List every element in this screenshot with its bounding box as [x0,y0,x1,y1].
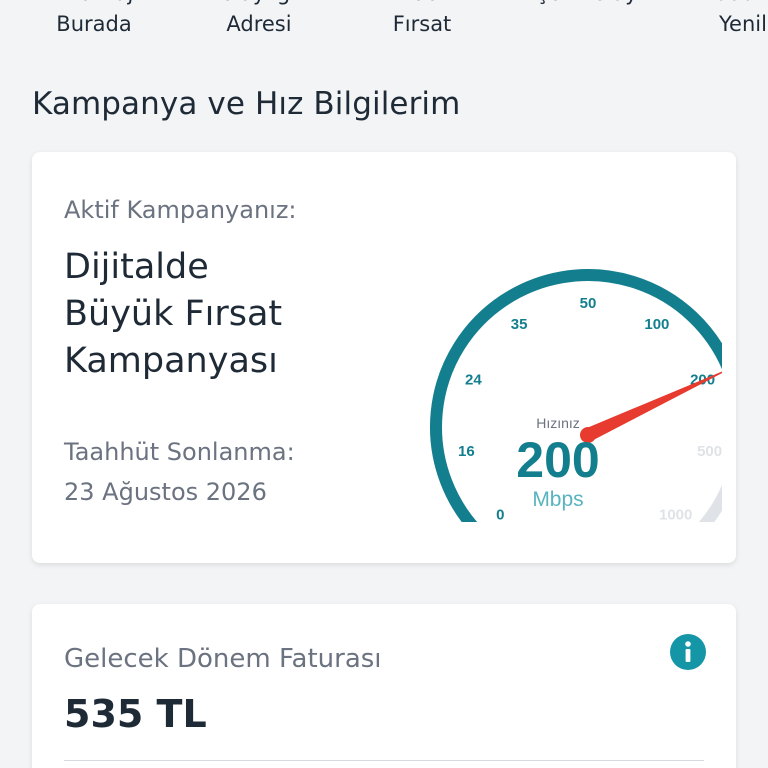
shortcut-label-1: Çok Kolay [511,0,661,9]
gauge-tick-label: 500 [697,443,722,460]
shortcut-label-2: Burada [56,12,132,36]
divider [64,760,704,761]
speed-value: 200 [516,432,599,488]
gauge-tick-label: 1000 [659,507,692,522]
shortcut-avantaj[interactable]: Avantaj Burada [19,0,169,40]
shortcut-mobil-firsat[interactable]: Mobil Fırsat [347,0,497,40]
active-campaign-label: Aktif Kampanyanız: [64,196,297,224]
page: Avantaj Burada Kolaylığın Adresi Mobil F… [0,0,768,768]
shortcut-yenile[interactable]: Müdü Yenil [675,0,768,40]
campaign-name-line: Büyük Fırsat [64,294,283,334]
speed-caption: Hızınız [536,415,580,431]
gauge-tick-label: 50 [580,295,597,312]
campaign-card: Aktif Kampanyanız: Dijitalde Büyük Fırsa… [32,152,736,563]
gauge-tick-label: 100 [644,316,669,333]
bill-card: Gelecek Dönem Faturası 535 TL [32,604,736,768]
shortcut-label-1: Avantaj [19,0,169,9]
gauge-tick-label: 35 [511,316,528,333]
gauge-tick-label: 24 [465,372,482,389]
campaign-name-line: Dijitalde [64,247,209,287]
info-icon-glyph [685,641,691,662]
shortcut-label-2: Adresi [226,12,292,36]
shortcut-label-2: Fırsat [392,12,452,36]
shortcut-label-1: Kolaylığın [184,0,334,9]
gauge-tick-label: 0 [496,507,504,522]
speed-unit: Mbps [532,488,583,511]
gauge-tick-label: 16 [458,443,475,460]
info-icon[interactable] [670,634,706,670]
campaign-name: Dijitalde Büyük Fırsat Kampanyası [64,244,384,385]
next-bill-label: Gelecek Dönem Faturası [64,644,382,674]
next-bill-amount: 535 TL [64,692,207,736]
shortcut-label-1: Müdü [675,0,768,9]
speed-gauge: 0162435501002005001000 Hızınız 200 Mbps [430,269,722,522]
commitment-date: 23 Ağustos 2026 [64,478,267,506]
section-title: Kampanya ve Hız Bilgilerim [32,86,461,122]
shortcut-cok-kolay[interactable]: Çok Kolay [511,0,661,9]
shortcut-label-1: Mobil [347,0,497,9]
campaign-name-line: Kampanyası [64,341,278,381]
commitment-label: Taahhüt Sonlanma: [64,438,295,466]
shortcut-strip: Avantaj Burada Kolaylığın Adresi Mobil F… [0,0,768,44]
shortcut-label-2: Yenil [719,12,767,36]
shortcut-kolayligin-adresi[interactable]: Kolaylığın Adresi [184,0,334,40]
